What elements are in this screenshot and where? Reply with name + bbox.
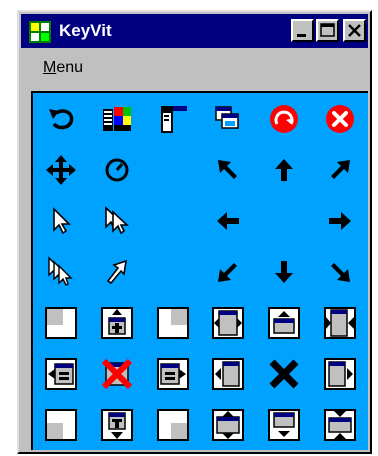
window-corner-top-left-button[interactable] — [33, 297, 89, 348]
window-corner-bottom-right-button[interactable] — [145, 399, 201, 450]
clock-icon — [105, 158, 129, 181]
window-move-top-button[interactable] — [256, 297, 312, 348]
arrow-right-button[interactable] — [312, 195, 368, 246]
move-button[interactable] — [33, 144, 89, 195]
window-expand-vertical-icon — [212, 408, 245, 441]
move-icon — [45, 154, 76, 185]
stop-icon — [270, 104, 299, 133]
clock-button[interactable] — [89, 144, 145, 195]
arrow-down-left-button[interactable] — [200, 246, 256, 297]
toolbar-grid — [33, 93, 368, 450]
close-circle-button[interactable] — [312, 93, 368, 144]
window-corner-bottom-left-button[interactable] — [33, 399, 89, 450]
close-x-icon — [269, 359, 299, 388]
triple-pointer-icon — [48, 255, 73, 286]
multiple-windows-icon — [215, 105, 240, 129]
window-tools-icon — [160, 105, 187, 133]
window-shrink-left-icon — [44, 357, 77, 390]
arrow-up-right-icon — [331, 159, 351, 179]
triple-pointer-button[interactable] — [33, 246, 89, 297]
window-expand-right-button[interactable] — [145, 348, 201, 399]
window-move-right-icon — [324, 357, 357, 390]
window-corner-top-right-button[interactable] — [145, 297, 201, 348]
window-expand-horizontal-button[interactable] — [200, 297, 256, 348]
toolbar-panel — [31, 91, 368, 450]
pointer-icon — [53, 206, 71, 234]
window-expand-right-icon — [156, 357, 189, 390]
window-move-bottom-icon — [268, 408, 301, 441]
white-arrow-button[interactable] — [89, 246, 145, 297]
window-shrink-left-button[interactable] — [33, 348, 89, 399]
window-shrink-right-button[interactable] — [312, 297, 368, 348]
arrow-right-icon — [329, 211, 352, 230]
window-title: KeyVit — [59, 21, 112, 40]
window-corner-bottom-right-icon — [156, 408, 189, 441]
window-move-right-button[interactable] — [312, 348, 368, 399]
window-corner-top-right-icon — [156, 306, 189, 339]
close-circle-icon — [326, 104, 355, 133]
double-pointer-button[interactable] — [89, 195, 145, 246]
arrow-up-left-icon — [218, 159, 238, 179]
keyvit-window: KeyVit Menu — [17, 10, 372, 454]
multiple-windows-button[interactable] — [200, 93, 256, 144]
arrow-down-right-button[interactable] — [312, 246, 368, 297]
window-shrink-right-icon — [324, 306, 357, 339]
close-icon — [348, 24, 361, 37]
undo-button[interactable] — [33, 93, 89, 144]
window-shrink-vertical-icon — [324, 408, 357, 441]
window-corner-top-left-icon — [44, 306, 77, 339]
window-delete-icon — [101, 358, 132, 389]
double-pointer-icon — [104, 205, 129, 234]
window-shrink-center-icon — [100, 306, 133, 339]
minimize-icon — [297, 34, 306, 37]
arrow-down-icon — [275, 260, 294, 283]
empty-cell — [145, 195, 201, 246]
minimize-button[interactable] — [291, 19, 314, 42]
close-x-button[interactable] — [256, 348, 312, 399]
empty-cell — [256, 195, 312, 246]
window-shrink-center-button[interactable] — [89, 297, 145, 348]
window-delete-button[interactable] — [89, 348, 145, 399]
arrow-down-button[interactable] — [256, 246, 312, 297]
arrow-up-right-button[interactable] — [312, 144, 368, 195]
maximize-button[interactable] — [316, 19, 339, 42]
color-palette-icon — [102, 106, 131, 131]
window-corner-bottom-left-icon — [44, 408, 77, 441]
arrow-left-button[interactable] — [200, 195, 256, 246]
empty-cell — [145, 144, 201, 195]
window-move-left-icon — [212, 357, 245, 390]
arrow-up-left-button[interactable] — [200, 144, 256, 195]
window-move-left-button[interactable] — [200, 348, 256, 399]
title-bar[interactable]: KeyVit — [21, 14, 368, 48]
arrow-down-left-icon — [218, 262, 238, 282]
maximize-icon — [320, 23, 335, 37]
white-arrow-icon — [106, 259, 127, 284]
arrow-left-icon — [217, 211, 240, 230]
arrow-up-icon — [275, 158, 294, 181]
arrow-up-button[interactable] — [256, 144, 312, 195]
empty-cell — [145, 246, 201, 297]
menu-item-menu[interactable]: Menu — [43, 59, 83, 77]
pointer-button[interactable] — [33, 195, 89, 246]
stop-button[interactable] — [256, 93, 312, 144]
keyvit-app-icon[interactable] — [29, 21, 51, 43]
close-button[interactable] — [343, 19, 366, 42]
window-move-bottom-button[interactable] — [256, 399, 312, 450]
window-tools-button[interactable] — [145, 93, 201, 144]
color-palette-button[interactable] — [89, 93, 145, 144]
menu-bar: Menu — [21, 50, 368, 86]
window-shrink-down-button[interactable] — [89, 399, 145, 450]
undo-icon — [48, 108, 74, 129]
window-expand-vertical-button[interactable] — [200, 399, 256, 450]
arrow-down-right-icon — [331, 262, 351, 282]
window-expand-horizontal-icon — [212, 306, 245, 339]
window-move-top-icon — [268, 306, 301, 339]
window-shrink-down-icon — [100, 408, 133, 441]
window-shrink-vertical-button[interactable] — [312, 399, 368, 450]
